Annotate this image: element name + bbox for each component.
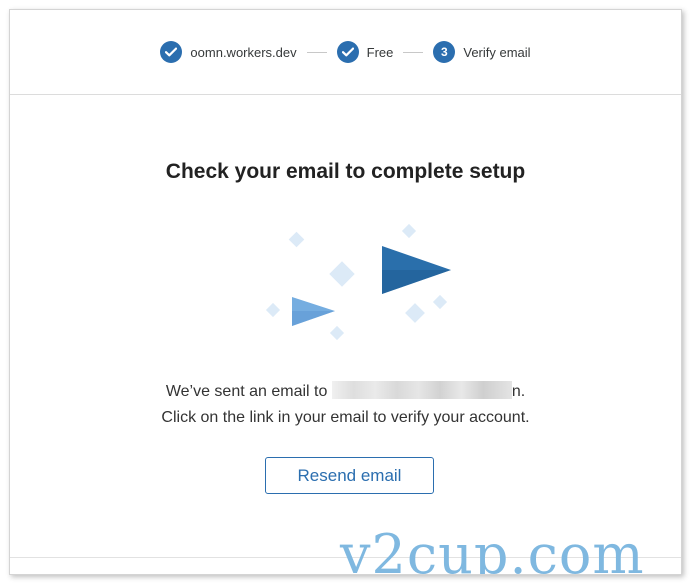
resend-email-button[interactable]: Resend email <box>265 457 434 494</box>
message-line-1: We’ve sent an email to n. <box>10 379 681 405</box>
message-suffix: n. <box>511 383 526 400</box>
step-label: Verify email <box>463 44 531 60</box>
step-label: oomn.workers.dev <box>190 44 297 60</box>
step-connector <box>403 51 424 53</box>
progress-stepper: oomn.workers.dev Free 3 Verify email <box>10 10 681 95</box>
confirmation-message: We’ve sent an email to n. Click on the l… <box>10 379 681 431</box>
check-icon <box>336 41 359 63</box>
step-verify-email: 3 Verify email <box>433 41 531 63</box>
paper-plane-icon <box>265 223 451 341</box>
step-connector <box>306 51 327 53</box>
step-label: Free <box>366 44 394 60</box>
setup-card: oomn.workers.dev Free 3 Verify email Che… <box>9 9 682 575</box>
watermark: v2cup.com <box>340 523 645 575</box>
step-number: 3 <box>433 41 456 63</box>
redacted-email <box>331 381 512 399</box>
page-title: Check your email to complete setup <box>165 160 526 183</box>
check-icon <box>160 41 183 63</box>
message-line-2: Click on the link in your email to verif… <box>161 409 530 426</box>
step-plan: Free <box>336 41 394 63</box>
message-prefix: We’ve sent an email to <box>165 383 328 400</box>
step-domain: oomn.workers.dev <box>160 41 297 63</box>
